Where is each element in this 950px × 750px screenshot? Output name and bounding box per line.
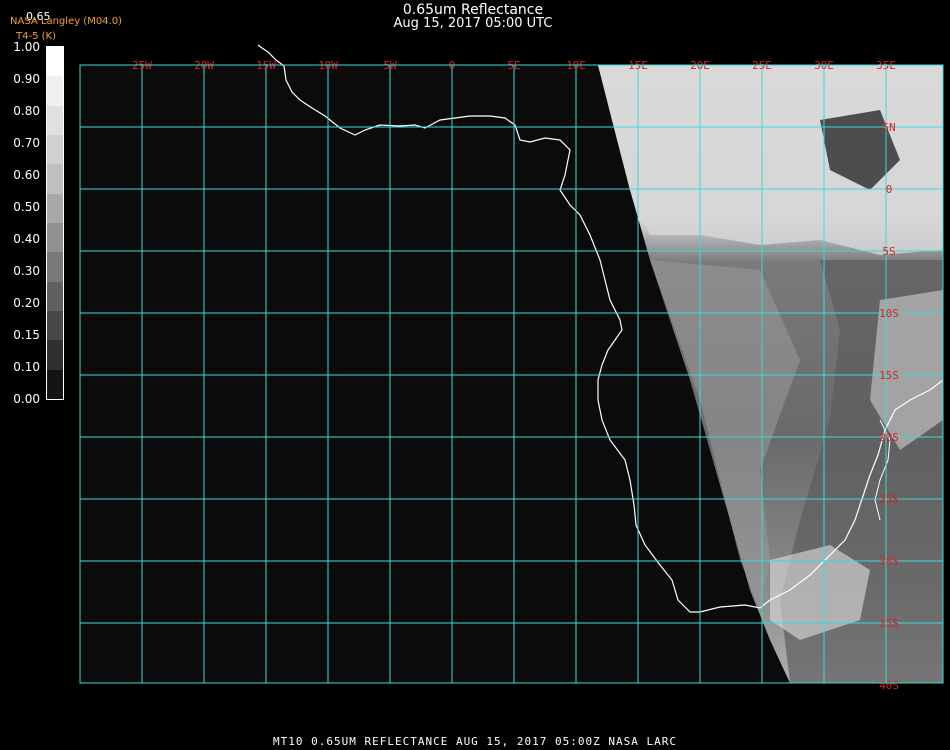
footer-caption: MT10 0.65UM REFLECTANCE AUG 15, 2017 05:… xyxy=(273,735,677,748)
satellite-map: 25W 20W 15W 10W 5W 0 5E 10E 15E 20E 25E 30E 35E5N05S… xyxy=(79,44,944,692)
latitude-label: 15S xyxy=(879,369,899,382)
latitude-label: 20S xyxy=(879,431,899,444)
latitude-label: 35S xyxy=(879,617,899,630)
latitude-label: 10S xyxy=(879,307,899,320)
latitude-label: 0 xyxy=(886,183,893,196)
latitude-label: 5N xyxy=(882,121,895,134)
latitude-label: 5S xyxy=(882,245,895,258)
latitude-label: 30S xyxy=(879,555,899,568)
latitude-label: 25S xyxy=(879,493,899,506)
latitude-label: 40S xyxy=(879,679,899,692)
